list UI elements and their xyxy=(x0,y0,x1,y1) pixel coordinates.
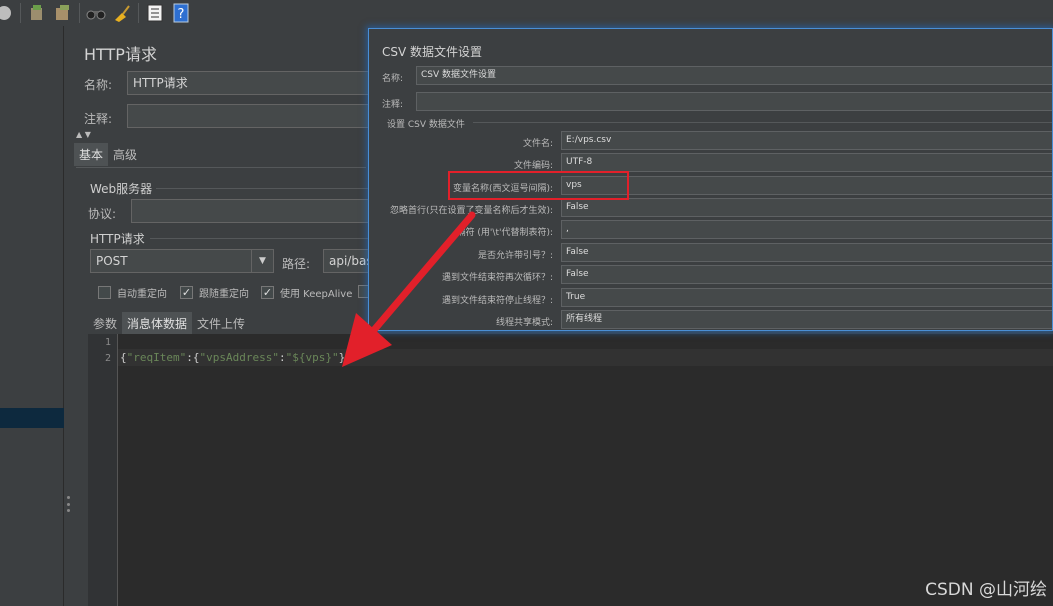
annotation-arrow xyxy=(342,211,476,367)
tab-divider xyxy=(76,167,366,168)
code-token: "reqItem" xyxy=(126,351,187,364)
tab-parameters[interactable]: 参数 xyxy=(88,312,122,335)
toolbar-separator xyxy=(20,3,21,23)
tab-file-upload[interactable]: 文件上传 xyxy=(192,312,250,335)
toolbar-separator xyxy=(79,3,80,23)
page-title: HTTP请求 xyxy=(84,45,157,64)
chevron-down-icon[interactable]: ▼ xyxy=(251,250,273,272)
path-label: 路径: xyxy=(282,257,311,271)
stop-icon[interactable] xyxy=(0,3,14,23)
tree-selected-item[interactable] xyxy=(0,408,64,428)
tab-advanced[interactable]: 高级 xyxy=(108,143,142,166)
csv-title: CSV 数据文件设置 xyxy=(382,45,483,59)
comment-label: 注释: xyxy=(84,112,113,126)
code-token: { xyxy=(120,351,127,364)
toolbar: ? xyxy=(0,0,1053,26)
csv-name-label: 名称: xyxy=(382,74,404,84)
watermark: CSDN @山河绘 xyxy=(925,580,1047,600)
config-tabs: 基本 高级 xyxy=(74,143,142,166)
auto-redirect-checkbox[interactable]: 自动重定向 xyxy=(98,285,167,300)
filename-field[interactable]: E:/vps.csv xyxy=(561,131,1052,150)
code-token: : xyxy=(278,351,286,364)
checkbox-box[interactable]: ✓ xyxy=(180,286,193,299)
csv-section-title: 设置 CSV 数据文件 xyxy=(387,120,465,130)
csv-row-label: 文件名: xyxy=(522,139,553,149)
checkbox-label: 自动重定向 xyxy=(117,289,167,300)
test-plan-tree xyxy=(0,26,64,606)
svg-text:?: ? xyxy=(178,7,185,22)
csv-row-label: 线程共享模式: xyxy=(495,318,553,328)
file-encoding-field[interactable]: UTF-8 xyxy=(561,153,1052,172)
csv-comment-field[interactable] xyxy=(416,92,1052,111)
recycle-on-eof-field[interactable]: False xyxy=(561,265,1052,284)
request-body-code[interactable]: {"reqItem":{"vpsAddress":"${vps}"}} xyxy=(120,351,352,364)
help-icon[interactable]: ? xyxy=(171,3,191,23)
splitter-handle-icon[interactable] xyxy=(67,496,71,512)
sharing-mode-field[interactable]: 所有线程 xyxy=(561,310,1052,329)
variable-names-field[interactable]: vps xyxy=(561,176,1052,195)
follow-redirect-checkbox[interactable]: ✓ 跟随重定向 xyxy=(180,285,249,300)
name-label: 名称: xyxy=(84,78,113,92)
method-select[interactable]: POST ▼ xyxy=(90,249,274,273)
allow-quoted-field[interactable]: False xyxy=(561,243,1052,262)
method-value: POST xyxy=(96,254,128,268)
collapse-toggle-icon[interactable]: ▲ ▼ xyxy=(76,130,91,139)
section-divider xyxy=(473,122,1052,123)
highlight-box xyxy=(448,171,629,200)
body-tabs: 参数 消息体数据 文件上传 xyxy=(88,312,250,335)
section-divider xyxy=(156,188,368,189)
body-data-editor[interactable]: 1 2 {"reqItem":{"vpsAddress":"${vps}"}} xyxy=(88,334,1053,606)
csv-name-field[interactable]: CSV 数据文件设置 xyxy=(416,66,1052,85)
checkbox-box[interactable]: ✓ xyxy=(261,286,274,299)
code-token: :{ xyxy=(186,351,200,364)
reset-broom-icon[interactable] xyxy=(112,3,132,23)
http-request-section: HTTP请求 xyxy=(90,232,145,246)
panel-splitter[interactable] xyxy=(64,26,76,606)
tab-body-data[interactable]: 消息体数据 xyxy=(122,312,193,335)
toolbar-separator xyxy=(138,3,139,23)
line-number: 2 xyxy=(104,353,111,364)
clear-icon[interactable] xyxy=(27,3,47,23)
delimiter-field[interactable]: , xyxy=(561,220,1052,239)
ignore-first-line-field[interactable]: False xyxy=(561,198,1052,217)
checkbox-label: 跟随重定向 xyxy=(199,289,249,300)
csv-row-label: 文件编码: xyxy=(513,161,553,171)
protocol-label: 协议: xyxy=(88,207,117,221)
clear-all-icon[interactable] xyxy=(53,3,73,23)
checkbox-box[interactable] xyxy=(98,286,111,299)
stop-thread-on-eof-field[interactable]: True xyxy=(561,288,1052,307)
csv-comment-label: 注释: xyxy=(382,100,404,110)
web-server-section: Web服务器 xyxy=(90,182,153,196)
search-binoculars-icon[interactable] xyxy=(86,3,106,23)
line-number-gutter: 1 2 xyxy=(88,334,118,606)
code-token: "vpsAddress" xyxy=(199,351,279,364)
tab-basic[interactable]: 基本 xyxy=(74,143,109,166)
line-number: 1 xyxy=(104,337,111,348)
function-list-icon[interactable] xyxy=(145,3,165,23)
